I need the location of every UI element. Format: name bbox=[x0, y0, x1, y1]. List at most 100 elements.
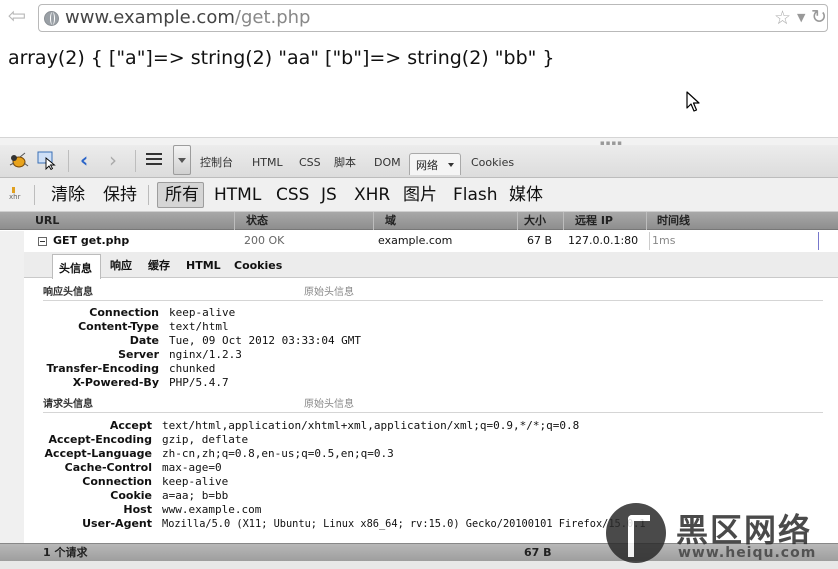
header-value: Mozilla/5.0 (X11; Ubuntu; Linux x86_64; … bbox=[162, 518, 646, 530]
nav-back-icon[interactable]: ‹ bbox=[80, 148, 88, 172]
tab-response[interactable]: 响应 bbox=[110, 259, 132, 273]
request-time: 1ms bbox=[652, 234, 676, 247]
header-key: X-Powered-By bbox=[72, 376, 159, 389]
header-value: keep-alive bbox=[169, 306, 236, 319]
column-timeline[interactable]: 时间线 bbox=[657, 214, 690, 228]
filter-css-button[interactable]: CSS bbox=[276, 185, 309, 205]
header-key: Connection bbox=[89, 306, 159, 319]
tab-net-label: 网络 bbox=[416, 159, 438, 172]
column-status[interactable]: 状态 bbox=[246, 214, 268, 228]
header-key: Content-Type bbox=[78, 320, 159, 333]
collapse-minus-icon[interactable] bbox=[38, 237, 47, 246]
header-value: text/html bbox=[169, 320, 229, 333]
table-row[interactable]: GET get.php 200 OK example.com 67 B 127.… bbox=[0, 231, 838, 569]
url-bar[interactable]: www.example.com/get.php ☆ ▼ ↻ bbox=[38, 4, 828, 32]
column-size[interactable]: 大小 bbox=[524, 214, 546, 228]
detail-tabs: 头信息 响应 缓存 HTML Cookies bbox=[24, 252, 838, 279]
header-value: zh-cn,zh;q=0.8,en-us;q=0.5,en;q=0.3 bbox=[162, 447, 394, 460]
header-value: Tue, 09 Oct 2012 03:33:04 GMT bbox=[169, 334, 362, 347]
url-host: www.example.com bbox=[65, 7, 235, 28]
tab-cache[interactable]: 缓存 bbox=[148, 259, 170, 273]
menu-list-icon[interactable] bbox=[146, 153, 162, 165]
watermark: 黑区网络 www.heiqu.com bbox=[604, 503, 838, 565]
column-divider[interactable] bbox=[563, 212, 564, 230]
header-value: nginx/1.2.3 bbox=[169, 348, 242, 361]
refresh-icon[interactable]: ↻ bbox=[811, 5, 827, 29]
response-headers-title[interactable]: 响应头信息 bbox=[43, 286, 93, 299]
tab-script[interactable]: 脚本 bbox=[334, 156, 356, 170]
page-output-text: array(2) { ["a"]=> string(2) "aa" ["b"]=… bbox=[8, 47, 555, 69]
tab-console[interactable]: 控制台 bbox=[200, 156, 233, 170]
request-detail-panel: 头信息 响应 缓存 HTML Cookies 响应头信息 原始头信息 Conne… bbox=[24, 252, 838, 543]
column-domain[interactable]: 域 bbox=[385, 214, 396, 228]
column-remote-ip[interactable]: 远程 IP bbox=[575, 214, 613, 228]
firebug-toolbar: ‹ › 控制台 HTML CSS 脚本 DOM 网络 Cookies bbox=[0, 145, 838, 178]
section-divider bbox=[43, 300, 823, 301]
header-value: PHP/5.4.7 bbox=[169, 376, 229, 389]
watermark-logo-icon bbox=[606, 503, 666, 563]
toolbar-divider bbox=[148, 185, 149, 205]
column-divider[interactable] bbox=[373, 212, 374, 230]
clear-button[interactable]: 清除 bbox=[51, 185, 85, 205]
response-raw-headers-link[interactable]: 原始头信息 bbox=[304, 286, 354, 299]
header-value: www.example.com bbox=[162, 503, 262, 516]
header-key: Date bbox=[129, 334, 159, 347]
request-size: 67 B bbox=[527, 234, 553, 247]
tab-detail-html[interactable]: HTML bbox=[186, 259, 221, 273]
filter-xhr-button[interactable]: XHR bbox=[354, 185, 390, 205]
request-domain: example.com bbox=[378, 234, 453, 247]
column-divider[interactable] bbox=[517, 212, 518, 230]
xhr-icon: xhr bbox=[9, 187, 20, 201]
bookmark-star-icon[interactable]: ☆ bbox=[774, 7, 791, 29]
filter-flash-button[interactable]: Flash bbox=[453, 185, 498, 205]
inspect-element-icon[interactable] bbox=[37, 150, 57, 170]
watermark-url: www.heiqu.com bbox=[678, 545, 817, 561]
request-raw-headers-link[interactable]: 原始头信息 bbox=[304, 398, 354, 411]
request-url[interactable]: GET get.php bbox=[53, 234, 129, 248]
header-value: keep-alive bbox=[162, 475, 229, 488]
persist-button[interactable]: 保持 bbox=[103, 185, 137, 205]
filter-all-label: 所有 bbox=[165, 185, 199, 205]
request-headers-title[interactable]: 请求头信息 bbox=[43, 398, 93, 411]
tab-html[interactable]: HTML bbox=[252, 156, 283, 170]
tab-headers[interactable]: 头信息 bbox=[52, 254, 101, 279]
nav-forward-icon[interactable]: › bbox=[109, 148, 117, 172]
panel-splitter[interactable]: ▪▪▪▪ bbox=[0, 137, 838, 147]
column-url[interactable]: URL bbox=[35, 214, 59, 228]
url-dropdown-icon[interactable]: ▼ bbox=[797, 9, 805, 27]
row-gutter bbox=[0, 231, 24, 569]
tab-detail-cookies[interactable]: Cookies bbox=[234, 259, 282, 273]
back-arrow-icon[interactable]: ⇦ bbox=[4, 6, 30, 30]
filter-media-button[interactable]: 媒体 bbox=[509, 185, 543, 205]
header-key: Accept bbox=[109, 419, 152, 432]
panel-menu-dropdown[interactable] bbox=[173, 145, 191, 175]
header-value: a=aa; b=bb bbox=[162, 489, 229, 502]
filter-js-button[interactable]: JS bbox=[321, 185, 337, 205]
filter-images-button[interactable]: 图片 bbox=[403, 185, 437, 205]
filter-all-button[interactable]: 所有 bbox=[157, 182, 204, 208]
browser-toolbar: ⇦ www.example.com/get.php ☆ ▼ ↻ bbox=[0, 0, 838, 36]
tab-dom[interactable]: DOM bbox=[374, 156, 401, 170]
net-filter-bar: xhr 清除 保持 所有 HTML CSS JS XHR 图片 Flash 媒体 bbox=[0, 178, 838, 212]
screen: ⇦ www.example.com/get.php ☆ ▼ ↻ array(2)… bbox=[0, 0, 838, 569]
filter-html-button[interactable]: HTML bbox=[214, 185, 261, 205]
net-table-header: URL 状态 域 大小 远程 IP 时间线 bbox=[0, 212, 838, 230]
tab-css[interactable]: CSS bbox=[299, 156, 321, 170]
header-key: Server bbox=[118, 348, 159, 361]
globe-icon bbox=[44, 11, 59, 26]
header-value: gzip, deflate bbox=[162, 433, 249, 446]
section-divider bbox=[43, 412, 823, 413]
request-status: 200 OK bbox=[244, 234, 285, 247]
header-key: Accept-Encoding bbox=[48, 433, 153, 446]
url-path: /get.php bbox=[234, 7, 311, 28]
header-key: Host bbox=[123, 503, 152, 516]
column-divider[interactable] bbox=[234, 212, 235, 230]
tab-cookies[interactable]: Cookies bbox=[471, 156, 514, 170]
request-remote-ip: 127.0.0.1:80 bbox=[568, 234, 639, 247]
request-count: 1 个请求 bbox=[43, 546, 88, 559]
firebug-icon[interactable] bbox=[8, 151, 30, 169]
total-size: 67 B bbox=[524, 546, 552, 559]
column-divider[interactable] bbox=[646, 212, 647, 230]
tab-net[interactable]: 网络 bbox=[409, 153, 461, 175]
toolbar-divider bbox=[68, 150, 69, 172]
